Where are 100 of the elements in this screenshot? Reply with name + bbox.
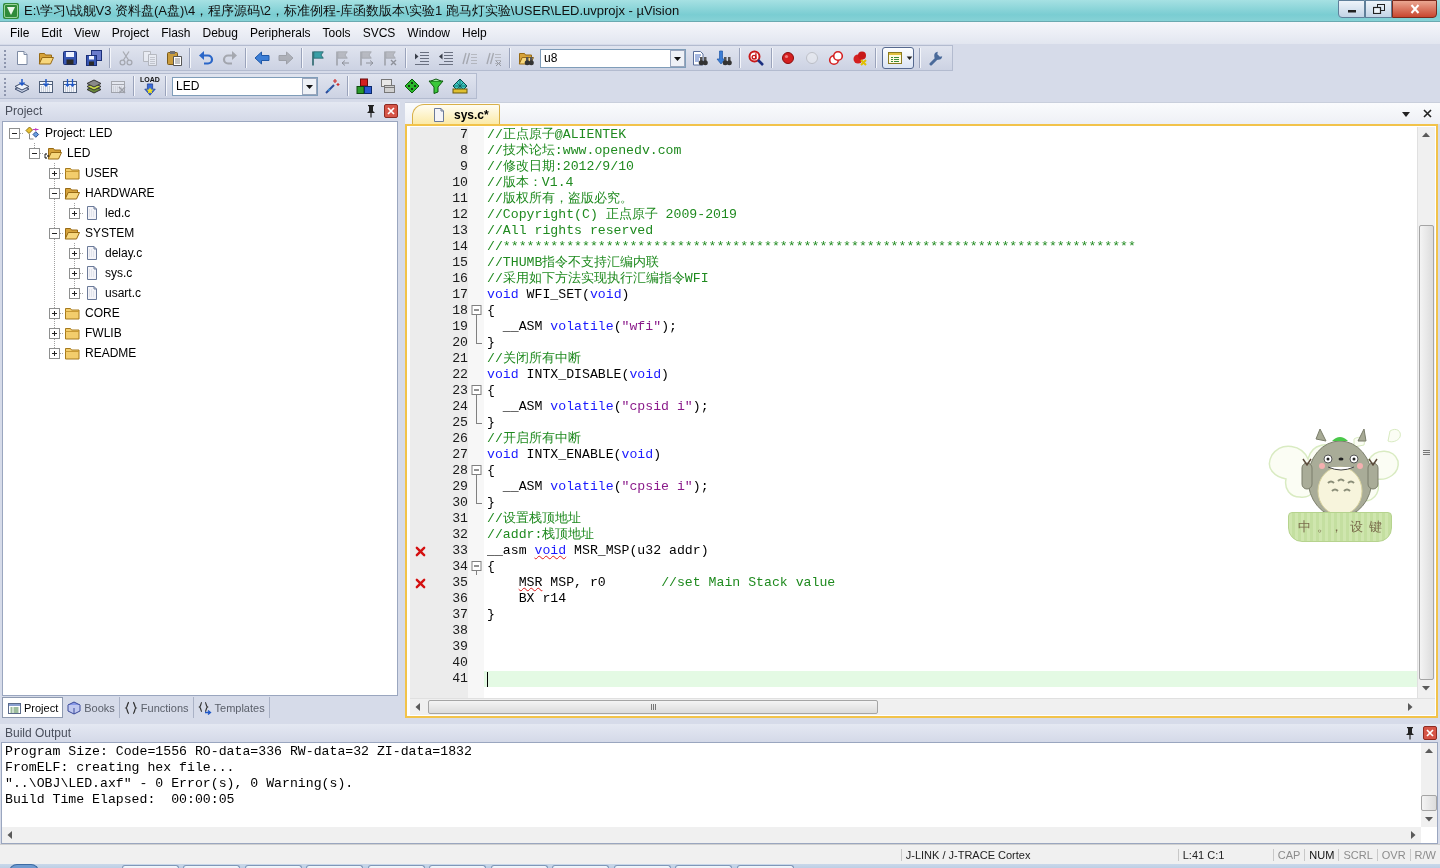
horizontal-scrollbar[interactable] xyxy=(410,698,1435,715)
vertical-scrollbar[interactable] xyxy=(1417,127,1435,698)
line-number: 22 xyxy=(451,367,468,383)
expand-icon[interactable] xyxy=(69,267,80,279)
tree-item[interactable]: HARDWARE xyxy=(85,186,155,200)
restore-button[interactable] xyxy=(1365,0,1392,18)
funnel-icon[interactable] xyxy=(428,78,444,94)
dropdown-button-icon[interactable] xyxy=(302,77,317,95)
file-icon xyxy=(433,106,445,123)
tree-item[interactable]: LED xyxy=(67,146,91,160)
flag-icon[interactable] xyxy=(310,50,326,66)
minimize-button[interactable] xyxy=(1338,0,1365,18)
close-icon[interactable] xyxy=(1423,726,1437,740)
tree-item[interactable]: README xyxy=(85,346,137,360)
menu-item[interactable]: Tools xyxy=(316,24,357,42)
scrollbar-thumb[interactable] xyxy=(1421,795,1437,811)
page-binoculars-icon[interactable] xyxy=(692,50,708,66)
tree-item[interactable]: SYSTEM xyxy=(85,226,135,240)
collapse-icon[interactable] xyxy=(29,147,40,159)
open-folder-icon[interactable] xyxy=(38,50,54,66)
grid-arrows-icon[interactable] xyxy=(62,78,78,94)
menu-item[interactable]: SVCS xyxy=(356,24,402,42)
code-line: { xyxy=(486,463,495,479)
close-icon[interactable] xyxy=(384,104,398,118)
language-mode-button[interactable]: 中 xyxy=(1298,518,1312,536)
dropdown-button-icon[interactable] xyxy=(670,49,685,67)
floppy-disks-icon[interactable] xyxy=(86,50,102,66)
menu-item[interactable]: View xyxy=(68,24,106,42)
wrench-icon[interactable] xyxy=(928,50,944,66)
rings-icon[interactable] xyxy=(828,50,844,66)
layers-icon[interactable] xyxy=(86,78,102,94)
tree-item[interactable]: led.c xyxy=(105,206,131,220)
punctuation-mode-button[interactable]: 。， xyxy=(1317,518,1344,536)
panel-tab[interactable]: Books xyxy=(63,697,120,718)
panel-title: Build Output xyxy=(5,726,73,740)
panel-tab[interactable]: Project xyxy=(2,697,64,718)
expand-icon[interactable] xyxy=(49,347,60,359)
windows-stack-icon[interactable] xyxy=(380,78,396,94)
keyboard-button[interactable]: 键 xyxy=(1368,518,1382,536)
vertical-scrollbar[interactable] xyxy=(1421,743,1437,827)
diamond-icon[interactable] xyxy=(404,78,420,94)
expand-icon[interactable] xyxy=(49,327,60,339)
diamond-grid-icon[interactable] xyxy=(452,78,468,94)
dots-cross-icon[interactable] xyxy=(852,50,868,66)
grip-icon[interactable] xyxy=(3,76,7,96)
menu-item[interactable]: Debug xyxy=(196,24,244,42)
expand-icon[interactable] xyxy=(49,307,60,319)
outdent-icon[interactable] xyxy=(438,50,454,66)
undo-icon[interactable] xyxy=(198,50,214,66)
target-combo-box[interactable]: LED xyxy=(172,76,318,96)
caret-icon[interactable] xyxy=(906,55,913,61)
grip-icon[interactable] xyxy=(3,48,7,68)
collapse-icon[interactable] xyxy=(9,127,20,139)
find-combo-box[interactable]: u8 xyxy=(540,48,686,68)
collapse-icon[interactable] xyxy=(49,187,60,199)
panel-tab[interactable]: Templates xyxy=(193,697,270,718)
stack-arrow-icon[interactable] xyxy=(14,78,30,94)
file-icon[interactable] xyxy=(14,50,30,66)
tree-item[interactable]: usart.c xyxy=(105,286,141,300)
line-number: 16 xyxy=(451,271,468,287)
code-line: __ASM volatile("cpsid i"); xyxy=(501,399,709,415)
menu-item[interactable]: Window xyxy=(401,24,456,42)
wand-icon[interactable] xyxy=(324,78,340,94)
arrow-binoculars-icon[interactable] xyxy=(716,50,732,66)
tree-item[interactable]: CORE xyxy=(85,306,120,320)
folder-binoculars-icon[interactable] xyxy=(518,50,534,66)
menu-item[interactable]: Flash xyxy=(155,24,197,42)
caret-icon[interactable] xyxy=(1401,110,1411,118)
left-arrow-icon[interactable] xyxy=(254,50,270,66)
close-button[interactable] xyxy=(1392,0,1437,18)
magnifier-icon[interactable] xyxy=(748,50,764,66)
horizontal-scrollbar[interactable] xyxy=(2,827,1421,843)
blocks-icon[interactable] xyxy=(356,78,372,94)
menu-item[interactable]: Edit xyxy=(35,24,69,42)
menu-item[interactable]: Help xyxy=(456,24,493,42)
scrollbar-thumb[interactable] xyxy=(1419,225,1434,680)
panel-tab[interactable]: Functions xyxy=(119,697,194,718)
tree-item[interactable]: Project: LED xyxy=(45,126,113,140)
expand-icon[interactable] xyxy=(69,287,80,299)
expand-icon[interactable] xyxy=(49,167,60,179)
close-icon[interactable] xyxy=(1423,109,1432,118)
window-layout-button[interactable] xyxy=(882,47,914,69)
menu-item[interactable]: Peripherals xyxy=(243,24,317,42)
tree-item[interactable]: delay.c xyxy=(105,246,143,260)
editor-tab[interactable]: sys.c* xyxy=(412,104,500,124)
collapse-icon[interactable] xyxy=(49,227,60,239)
scrollbar-thumb[interactable] xyxy=(428,700,878,714)
breakpoint-icon[interactable] xyxy=(780,50,796,66)
tree-item[interactable]: sys.c xyxy=(105,266,133,280)
indent-icon[interactable] xyxy=(414,50,430,66)
menu-item[interactable]: Project xyxy=(105,24,156,42)
tree-item[interactable]: USER xyxy=(85,166,119,180)
expand-icon[interactable] xyxy=(69,207,80,219)
menu-item[interactable]: File xyxy=(4,24,36,42)
line-number: 36 xyxy=(451,591,468,607)
tree-item[interactable]: FWLIB xyxy=(85,326,122,340)
expand-icon[interactable] xyxy=(69,247,80,259)
code-line: void WFI_SET(void) xyxy=(486,287,630,303)
settings-button[interactable]: 设 xyxy=(1349,518,1363,536)
clipboard-icon[interactable] xyxy=(166,50,182,66)
